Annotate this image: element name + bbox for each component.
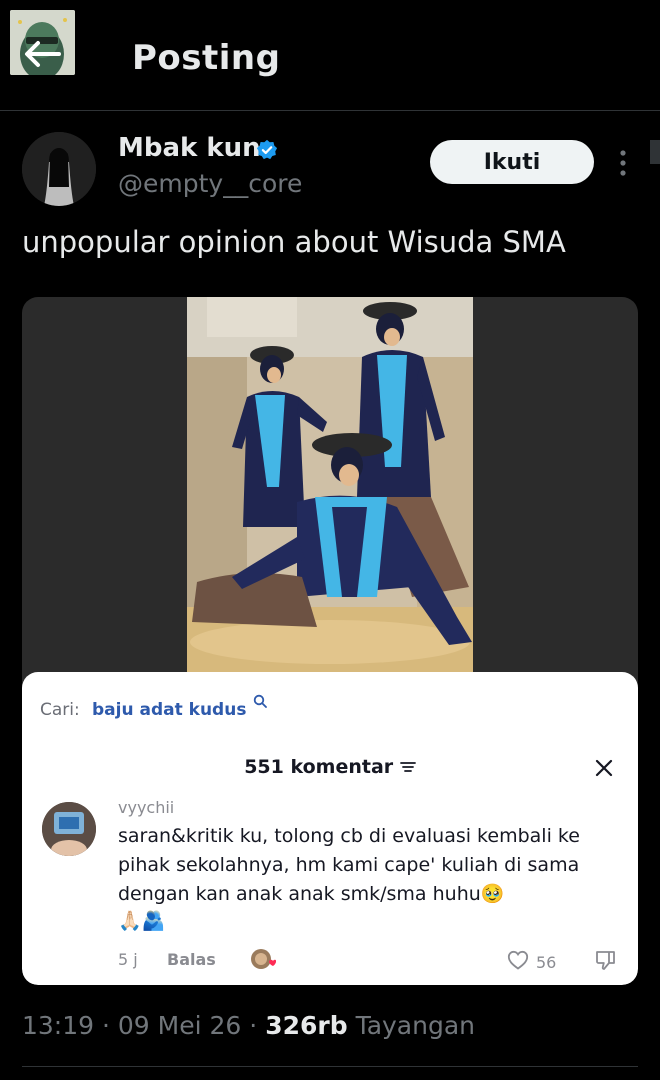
back-button[interactable] — [10, 10, 75, 75]
views-count: 326rb — [265, 1011, 348, 1040]
comments-count: 551 komentar — [244, 756, 394, 778]
comment-time: 5 j — [118, 950, 138, 969]
post-meta: 13:19 · 09 Mei 26 · 326rb Tayangan — [22, 1011, 475, 1040]
reply-button[interactable]: Balas — [167, 950, 216, 969]
avatar-image — [22, 132, 96, 206]
follow-button[interactable]: Ikuti — [430, 140, 594, 184]
tweet-media[interactable]: Cari: baju adat kudus 551 komentar vyych… — [22, 297, 638, 985]
sort-icon[interactable] — [399, 760, 416, 774]
like-heart-icon[interactable] — [506, 948, 530, 972]
author-name[interactable]: Mbak kun — [118, 133, 261, 163]
post-time: 13:19 — [22, 1011, 95, 1040]
comment-sheet: Cari: baju adat kudus 551 komentar vyych… — [22, 672, 638, 985]
back-arrow-icon — [10, 10, 75, 75]
meta-separator: · — [102, 1011, 110, 1040]
dislike-icon[interactable] — [594, 948, 618, 972]
comment-emoji-line: 🙏🏻🫂 — [118, 910, 166, 932]
search-label: Cari: — [40, 700, 80, 720]
post-date: 09 Mei 26 — [117, 1011, 242, 1040]
divider — [22, 1066, 638, 1067]
search-suggestion-link[interactable]: baju adat kudus — [92, 700, 246, 720]
close-icon[interactable] — [594, 758, 614, 778]
comment-text: saran&kritik ku, tolong cb di evaluasi k… — [118, 825, 580, 905]
author-avatar[interactable] — [22, 132, 96, 206]
page-title: Posting — [132, 38, 281, 78]
more-options-icon[interactable] — [612, 148, 634, 178]
creator-liked-icon — [251, 949, 276, 969]
meta-separator: · — [249, 1011, 258, 1040]
search-icon — [253, 694, 267, 708]
views-label: Tayangan — [355, 1011, 476, 1040]
like-count: 56 — [536, 953, 557, 972]
edge-indicator — [650, 140, 660, 164]
comments-header[interactable]: 551 komentar — [22, 756, 638, 778]
tweet-text: unpopular opinion about Wisuda SMA — [22, 225, 566, 259]
commenter-username[interactable]: vyychii — [118, 798, 174, 817]
author-handle[interactable]: @empty__core — [118, 169, 302, 198]
verified-badge-icon — [256, 139, 278, 160]
graduation-photo — [187, 297, 473, 672]
top-bar — [0, 0, 660, 111]
commenter-avatar[interactable] — [42, 802, 96, 856]
